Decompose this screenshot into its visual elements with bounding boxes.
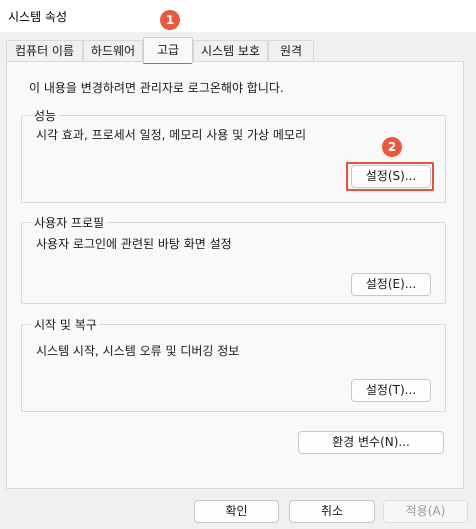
- startup-recovery-group-title: 시작 및 복구: [31, 316, 100, 333]
- user-profiles-settings-button[interactable]: 설정(E)...: [351, 273, 431, 296]
- environment-variables-button[interactable]: 환경 변수(N)...: [298, 431, 444, 454]
- startup-recovery-group: 시작 및 복구 시스템 시작, 시스템 오류 및 디버깅 정보 설정(T)...: [21, 316, 446, 412]
- performance-group-title: 성능: [31, 107, 60, 124]
- user-profiles-group-title: 사용자 프로필: [31, 214, 108, 231]
- tab-remote[interactable]: 원격: [268, 40, 314, 62]
- user-profiles-description: 사용자 로그인에 관련된 바탕 화면 설정: [36, 237, 232, 251]
- performance-description: 시각 효과, 프로세서 일정, 메모리 사용 및 가상 메모리: [36, 128, 306, 142]
- tab-computer-name[interactable]: 컴퓨터 이름: [6, 40, 83, 62]
- ok-button[interactable]: 확인: [194, 500, 279, 523]
- tab-strip: 컴퓨터 이름 하드웨어 고급 시스템 보호 원격: [0, 37, 476, 63]
- window-title: 시스템 속성: [8, 10, 68, 24]
- performance-settings-button[interactable]: 설정(S)...: [351, 165, 431, 188]
- title-bar: 시스템 속성: [0, 0, 476, 32]
- performance-group: 성능 시각 효과, 프로세서 일정, 메모리 사용 및 가상 메모리 설정(S)…: [21, 107, 446, 203]
- tab-system-protection[interactable]: 시스템 보호: [193, 40, 268, 62]
- user-profiles-group: 사용자 프로필 사용자 로그인에 관련된 바탕 화면 설정 설정(E)...: [21, 214, 446, 304]
- cancel-button[interactable]: 취소: [289, 500, 375, 523]
- step-2-marker: 2: [382, 137, 402, 157]
- step-1-marker: 1: [160, 10, 180, 30]
- tab-hardware[interactable]: 하드웨어: [83, 40, 143, 62]
- startup-recovery-description: 시스템 시작, 시스템 오류 및 디버깅 정보: [36, 344, 240, 358]
- startup-recovery-settings-button[interactable]: 설정(T)...: [351, 379, 431, 402]
- apply-button[interactable]: 적용(A): [383, 500, 468, 523]
- tab-advanced[interactable]: 고급: [143, 37, 193, 63]
- admin-notice: 이 내용을 변경하려면 관리자로 로그온해야 합니다.: [29, 81, 284, 95]
